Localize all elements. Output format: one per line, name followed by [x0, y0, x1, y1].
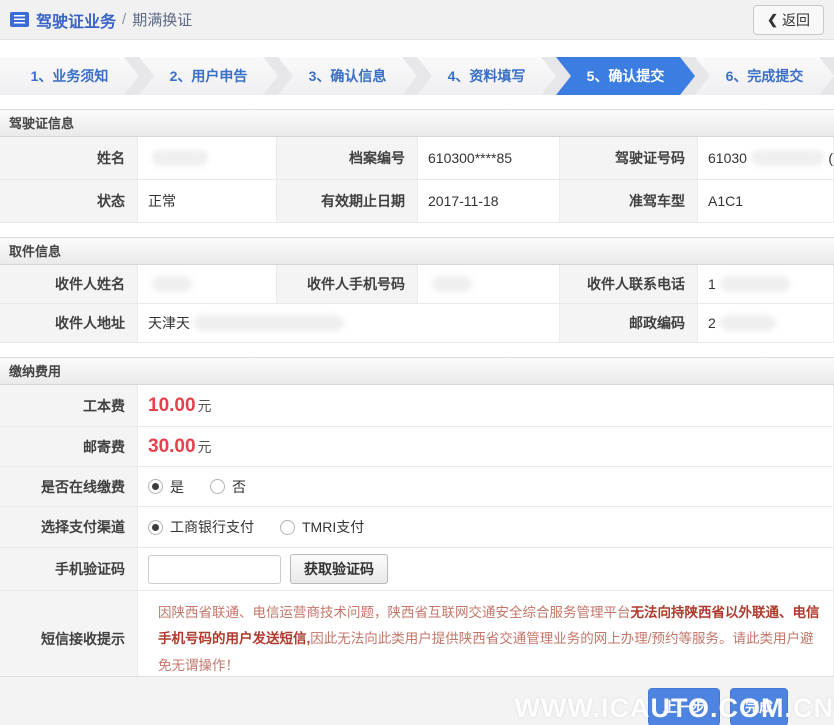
- license-info-table: 姓名 档案编号 610300****85 驾驶证号码 61030 ( 状态 正常…: [0, 137, 834, 223]
- sms-notice-text: 因陕西省联通、电信运营商技术问题，陕西省互联网交通安全综合服务管理平台无法向持陕…: [148, 591, 833, 688]
- breadcrumb-current: 期满换证: [132, 12, 193, 29]
- redacted-value: [719, 315, 776, 331]
- back-chevron-icon: ❮: [767, 11, 778, 27]
- license-no-label: 驾驶证号码: [560, 137, 697, 180]
- fees-section-title: 缴纳费用: [0, 357, 834, 385]
- finish-button[interactable]: 完成: [730, 688, 788, 725]
- phone-prefix: 1: [708, 276, 716, 292]
- pickup-info-section-title: 取件信息: [0, 237, 834, 265]
- pickup-info-table: 收件人姓名 收件人手机号码 收件人联系电话 1 收件人地址 天津天 邮政编码 2: [0, 265, 834, 343]
- sms-code-label: 手机验证码: [0, 548, 137, 591]
- license-no-suffix: (: [828, 150, 833, 166]
- zip-prefix: 2: [708, 315, 716, 331]
- radio-online-no[interactable]: [210, 479, 225, 494]
- file-no-value: 610300****85: [417, 137, 560, 180]
- redacted-value: [432, 276, 472, 292]
- radio-channel-tmri[interactable]: [280, 519, 295, 535]
- sms-notice-label: 短信接收提示: [0, 591, 137, 689]
- step-5-confirm-submit[interactable]: 5、确认提交: [556, 57, 695, 95]
- back-button[interactable]: ❮ 返回: [753, 4, 824, 35]
- address-label: 收件人地址: [0, 304, 137, 343]
- get-sms-code-button[interactable]: 获取验证码: [290, 554, 388, 584]
- name-label: 姓名: [0, 137, 137, 180]
- redacted-value: [152, 150, 208, 166]
- sms-notice-cell: 因陕西省联通、电信运营商技术问题，陕西省互联网交通安全综合服务管理平台无法向持陕…: [137, 591, 834, 689]
- step-6-complete-submit[interactable]: 6、完成提交: [695, 57, 834, 95]
- status-label: 状态: [0, 180, 137, 223]
- radio-online-yes-label[interactable]: 是: [170, 477, 184, 497]
- page-header: 驾驶证业务 / 期满换证 ❮ 返回: [0, 0, 834, 40]
- online-pay-label: 是否在线缴费: [0, 467, 137, 507]
- address-prefix: 天津天: [148, 315, 190, 331]
- sms-code-input[interactable]: [148, 554, 281, 584]
- radio-channel-tmri-label[interactable]: TMRI支付: [302, 517, 364, 537]
- pay-channel-options: 工商银行支付 TMRI支付: [137, 507, 834, 548]
- footer-bar: 上一步 完成: [0, 676, 834, 725]
- expiry-value: 2017-11-18: [417, 180, 560, 223]
- name-value: [137, 137, 277, 180]
- document-list-icon: [10, 12, 29, 27]
- phone-label: 收件人联系电话: [560, 265, 697, 304]
- radio-channel-icbc[interactable]: [148, 519, 163, 535]
- postage-label: 邮寄费: [0, 427, 137, 467]
- redacted-value: [750, 150, 825, 166]
- vehicle-value: A1C1: [697, 180, 834, 223]
- redacted-value: [194, 315, 344, 331]
- status-value: 正常: [137, 180, 277, 223]
- sms-notice-part1: 因陕西省联通、电信运营商技术问题，陕西省互联网交通安全综合服务管理平台: [158, 605, 631, 620]
- recipient-value: [137, 265, 277, 304]
- step-3-confirm-info[interactable]: 3、确认信息: [278, 57, 417, 95]
- radio-channel-icbc-label[interactable]: 工商银行支付: [170, 517, 254, 537]
- expiry-label: 有效期止日期: [277, 180, 417, 223]
- postage-unit: 元: [197, 438, 212, 455]
- cost-unit: 元: [197, 397, 212, 414]
- radio-online-yes[interactable]: [148, 479, 163, 494]
- license-no-value: 61030 (: [697, 137, 834, 180]
- step-4-fill-material[interactable]: 4、资料填写: [417, 57, 556, 95]
- online-pay-options: 是 否: [137, 467, 834, 507]
- redacted-value: [152, 276, 192, 292]
- mobile-value: [417, 265, 560, 304]
- zip-value: 2: [697, 304, 834, 343]
- vehicle-label: 准驾车型: [560, 180, 697, 223]
- postage-amount: 30.00: [148, 435, 196, 457]
- phone-value: 1: [697, 265, 834, 304]
- previous-step-button[interactable]: 上一步: [648, 688, 720, 725]
- cost-label: 工本费: [0, 385, 137, 427]
- radio-online-no-label[interactable]: 否: [232, 477, 246, 497]
- cost-value: 10.00 元: [137, 385, 834, 427]
- page-title: 驾驶证业务: [36, 13, 117, 31]
- step-2-user-declaration[interactable]: 2、用户申告: [139, 57, 278, 95]
- license-info-section-title: 驾驶证信息: [0, 109, 834, 137]
- page: 驾驶证业务 / 期满换证 ❮ 返回 1、业务须知 2、用户申告 3、确认信息 4…: [0, 0, 834, 725]
- postage-value: 30.00 元: [137, 427, 834, 467]
- cost-amount: 10.00: [148, 394, 196, 416]
- address-value: 天津天: [137, 304, 560, 343]
- recipient-label: 收件人姓名: [0, 265, 137, 304]
- step-1-business-notice[interactable]: 1、业务须知: [0, 57, 139, 95]
- breadcrumb-separator: /: [122, 11, 127, 28]
- fees-table: 工本费 10.00 元 邮寄费 30.00 元 是否在线缴费 是 否 选择支付渠…: [0, 385, 834, 689]
- zip-label: 邮政编码: [560, 304, 697, 343]
- mobile-label: 收件人手机号码: [277, 265, 417, 304]
- pay-channel-label: 选择支付渠道: [0, 507, 137, 548]
- file-no-label: 档案编号: [277, 137, 417, 180]
- step-navigation: 1、业务须知 2、用户申告 3、确认信息 4、资料填写 5、确认提交 6、完成提…: [0, 57, 834, 95]
- license-no-prefix: 61030: [708, 150, 747, 166]
- redacted-value: [719, 276, 790, 292]
- sms-code-row: 获取验证码: [137, 548, 834, 591]
- back-button-label: 返回: [782, 11, 810, 28]
